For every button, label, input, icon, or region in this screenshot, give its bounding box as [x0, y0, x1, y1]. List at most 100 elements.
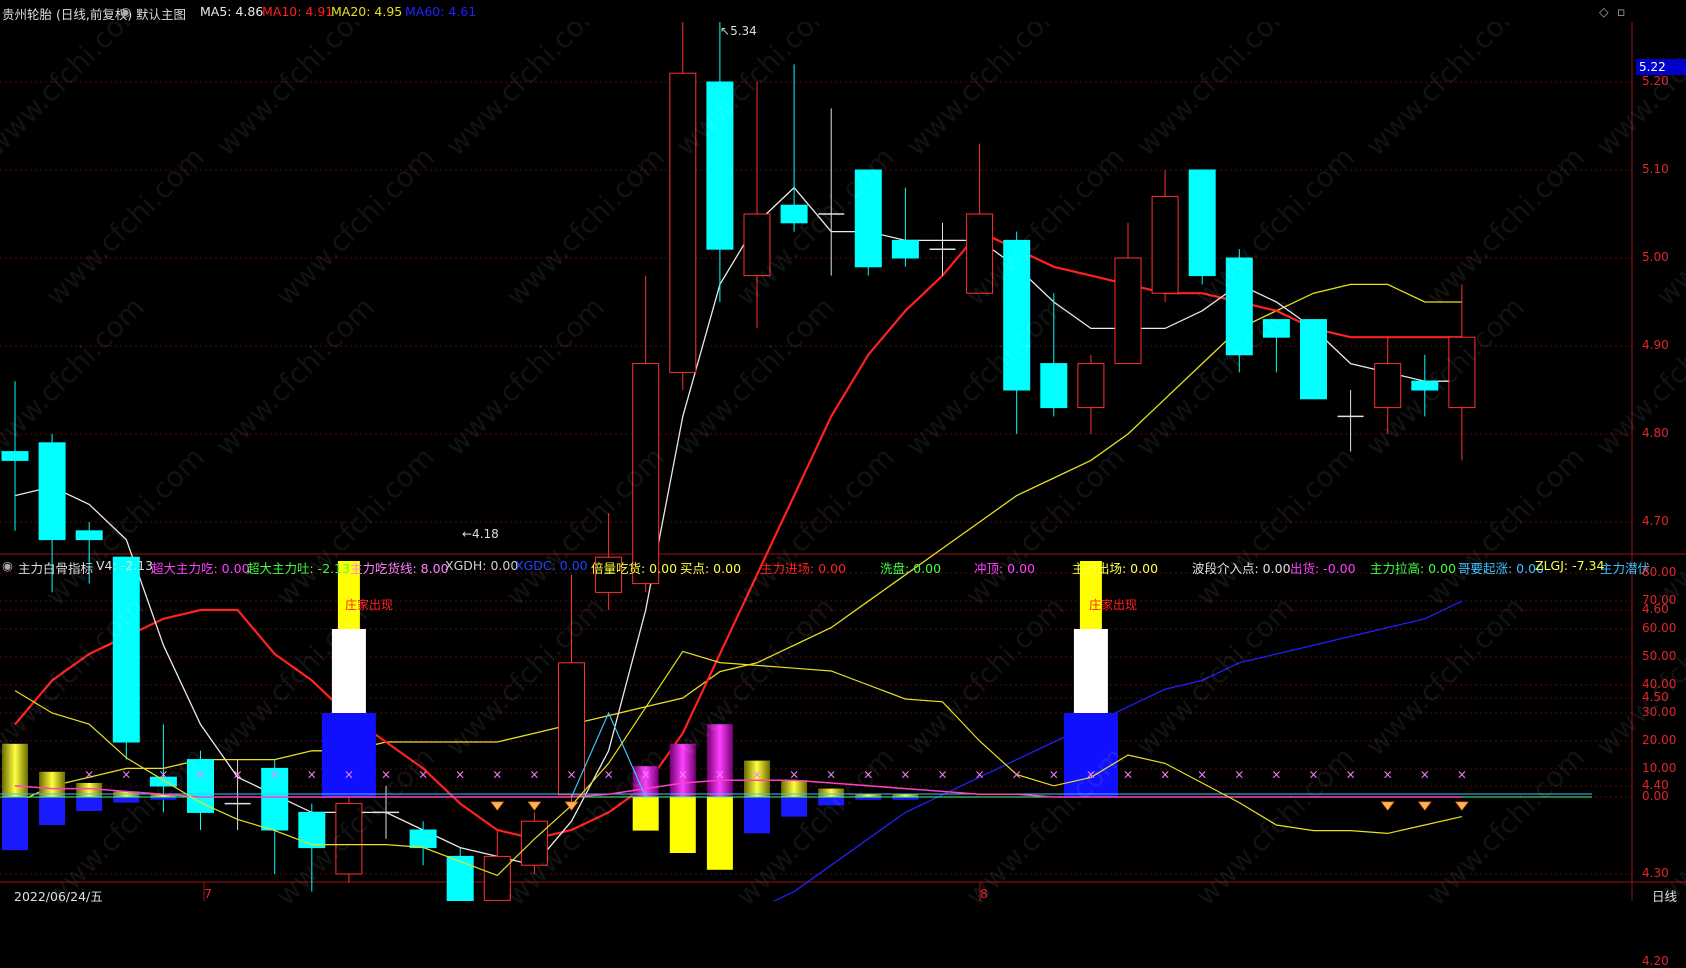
candle-body	[1077, 363, 1105, 409]
zj-bar-white	[1073, 629, 1108, 713]
x-marker: ×	[233, 768, 243, 782]
low-price-annotation: ←4.18	[462, 527, 499, 541]
x-marker: ×	[529, 768, 539, 782]
chart-canvas[interactable]: × × × × × × × × × × × × × × × × × × × × × × × × × × × × × × × × × × × × × ×	[0, 0, 1686, 901]
x-marker: ×	[752, 768, 762, 782]
candle-body	[669, 72, 697, 373]
indicator-value: 洗盘: 0.00	[880, 561, 942, 576]
x-marker: ×	[1308, 768, 1318, 782]
x-marker: ×	[604, 768, 614, 782]
indicator-bar-neg	[706, 797, 733, 870]
x-marker: ×	[900, 768, 910, 782]
stock-title[interactable]: 贵州轮胎 (日线,前复权)	[2, 4, 132, 23]
candle-body	[1374, 363, 1402, 409]
indicator-settings-icon[interactable]: ◉	[2, 558, 13, 573]
x-marker: ×	[641, 768, 651, 782]
candle-body	[1411, 380, 1439, 391]
indicator-value: 倍量吃货: 0.00	[591, 561, 678, 576]
zlgj-line	[14, 650, 1463, 877]
indicator-header: ◉ 主力白骨指标 V4: -2.13 超大主力吃: 0.00 超大主力吐: -2.…	[0, 554, 1686, 576]
x-marker: ×	[84, 768, 94, 782]
x-marker: ×	[344, 768, 354, 782]
indicator-bar-neg	[781, 797, 808, 817]
candle-body	[1448, 336, 1476, 409]
indicator-bar-neg	[669, 797, 696, 853]
zj-label-1: 庄家出现	[345, 598, 394, 612]
current-price-tag: 5.22	[1636, 59, 1686, 75]
indicator-value: 超大主力吃: 0.00	[151, 561, 250, 576]
indicator-bar-neg	[818, 797, 845, 806]
candle-body	[520, 820, 548, 866]
x-marker: ×	[566, 768, 576, 782]
candle-body	[891, 239, 919, 259]
ma10-label: MA10: 4.91	[262, 4, 334, 19]
month-8-label: 8	[980, 886, 988, 901]
settings-icon[interactable]: ◉	[120, 4, 131, 19]
indicator-value: 主力进场: 0.00	[760, 561, 847, 576]
x-marker: ×	[418, 768, 428, 782]
candle-body	[966, 213, 994, 294]
candle-body	[743, 213, 771, 277]
period-label[interactable]: 日线	[1652, 886, 1677, 905]
x-marker: ×	[158, 768, 168, 782]
x-marker: ×	[678, 768, 688, 782]
indicator-tick: 50.00	[1642, 649, 1677, 663]
candle-body	[1151, 195, 1179, 294]
indicator-name[interactable]: 主力白骨指标	[18, 558, 93, 577]
expand-icon[interactable]: ▫	[1617, 4, 1625, 19]
indicator-value: 超大主力吐: -2.13	[247, 561, 351, 576]
indicator-tick: 20.00	[1642, 733, 1677, 747]
x-marker: ×	[121, 768, 131, 782]
price-tick: 5.00	[1642, 250, 1669, 264]
price-tick: 5.10	[1642, 162, 1669, 176]
x-marker: ×	[1346, 768, 1356, 782]
candle-body	[1, 451, 29, 461]
x-marker: ×	[863, 768, 873, 782]
diamond-marker	[1418, 801, 1432, 811]
indicator-bar-pos	[39, 771, 66, 797]
diamond-icon[interactable]: ◇	[1599, 4, 1609, 19]
indicator-bar-neg	[39, 797, 66, 825]
candle-body	[1300, 319, 1327, 400]
indicator-tick: 0.00	[1642, 789, 1669, 803]
candle-body	[75, 530, 103, 541]
indicator-value: 主力拉高: 0.00	[1370, 561, 1457, 576]
candle-body	[38, 442, 66, 541]
indicator-bar-neg	[632, 797, 659, 831]
x-marker: ×	[1049, 768, 1059, 782]
diamond-marker	[527, 801, 542, 811]
zj-bar-blue	[1063, 713, 1118, 797]
indicator-tick: 30.00	[1642, 705, 1677, 719]
header-bar: 贵州轮胎 (日线,前复权) ◉ 默认主图 MA5: 4.86 MA10: 4.9…	[0, 0, 1686, 22]
diamond-marker	[490, 801, 505, 811]
x-marker: ×	[492, 768, 502, 782]
x-marker: ×	[1271, 768, 1281, 782]
price-tick: 4.30	[1642, 866, 1669, 880]
candle-body	[632, 363, 660, 585]
candle-body	[1188, 169, 1216, 277]
x-marker: ×	[455, 768, 465, 782]
indicator-value: 出货: -0.00	[1290, 561, 1356, 576]
indicator-value: 冲顶: 0.00	[974, 561, 1036, 576]
x-marker: ×	[1383, 768, 1393, 782]
x-marker: ×	[1197, 768, 1207, 782]
indicator-value: 主力吃货线: 8.00	[350, 561, 449, 576]
indicator-tick: 40.00	[1642, 677, 1677, 691]
candle-body	[112, 556, 140, 743]
indicator-tick: 70.00	[1642, 593, 1677, 607]
candle-body	[706, 81, 734, 250]
month-7-label: 7	[204, 886, 212, 901]
x-marker: ×	[1234, 768, 1244, 782]
date-label[interactable]: 2022/06/24/五	[14, 886, 103, 905]
zj-bar-blue	[321, 713, 376, 797]
indicator-v4: V4: -2.13	[96, 558, 154, 573]
candle-body	[298, 811, 326, 849]
main-chart-label[interactable]: 默认主图	[136, 4, 186, 23]
candle-body	[1262, 319, 1290, 338]
candle-body	[1040, 363, 1068, 409]
indicator-bar-pos	[818, 788, 845, 797]
x-marker: ×	[270, 768, 280, 782]
candle-body	[446, 855, 474, 901]
indicator-value: 买点: 0.00	[680, 561, 742, 576]
x-marker: ×	[715, 768, 725, 782]
